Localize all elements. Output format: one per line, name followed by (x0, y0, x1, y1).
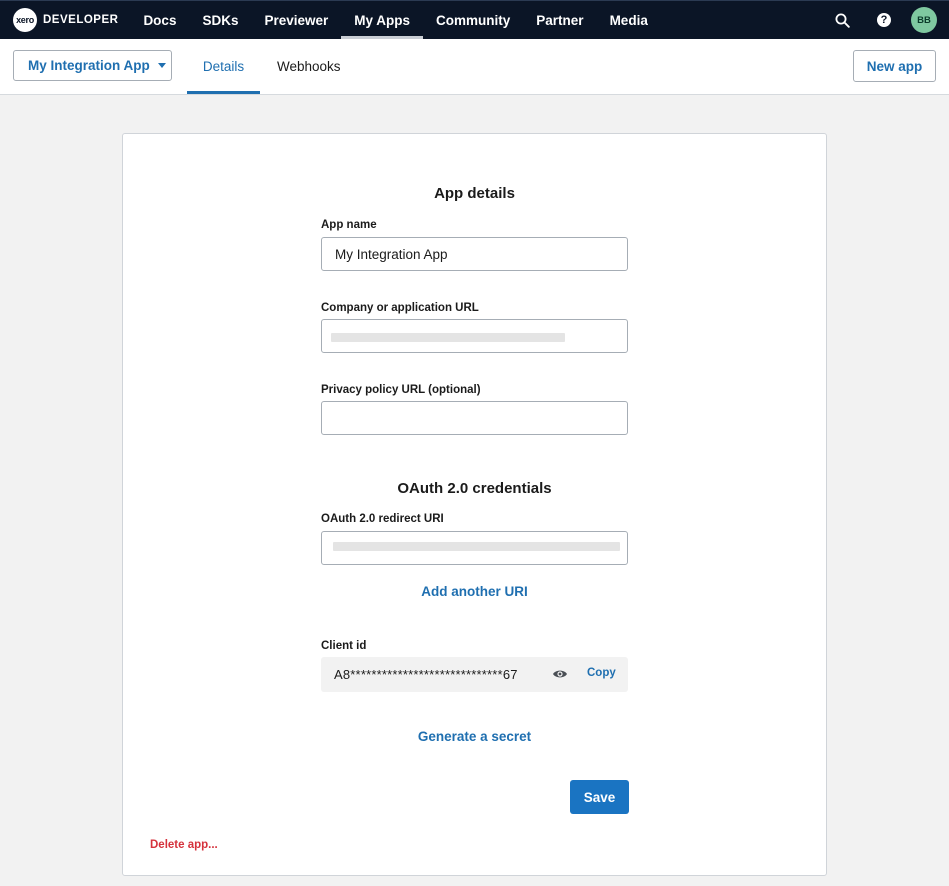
add-another-uri-link[interactable]: Add another URI (123, 584, 826, 599)
client-id-field: A8*****************************67 Copy (321, 657, 628, 692)
privacy-url-input[interactable] (321, 401, 628, 435)
nav-link-community[interactable]: Community (423, 1, 523, 39)
tab-details[interactable]: Details (187, 39, 260, 94)
redacted-value (331, 333, 565, 342)
client-id-label: Client id (321, 640, 367, 652)
nav-right: ? BB (809, 7, 937, 33)
app-details-card: App details App name Company or applicat… (122, 133, 827, 876)
app-details-heading: App details (434, 185, 515, 202)
xero-developer-logo[interactable]: xero DEVELOPER (13, 8, 118, 32)
help-icon[interactable]: ? (875, 11, 893, 29)
nav-link-my-apps[interactable]: My Apps (341, 1, 423, 39)
oauth-credentials-heading: OAuth 2.0 credentials (397, 480, 552, 497)
app-name-input[interactable] (321, 237, 628, 271)
company-url-input[interactable] (321, 319, 628, 353)
app-selector-dropdown[interactable]: My Integration App (13, 50, 172, 81)
app-subheader: My Integration App Details Webhooks New … (0, 39, 949, 95)
redirect-uri-label: OAuth 2.0 redirect URI (321, 513, 444, 525)
nav-link-partner[interactable]: Partner (523, 1, 596, 39)
nav-link-sdks[interactable]: SDKs (189, 1, 251, 39)
privacy-url-label: Privacy policy URL (optional) (321, 384, 481, 396)
redacted-value (333, 542, 620, 551)
nav-links: Docs SDKs Previewer My Apps Community Pa… (130, 1, 660, 39)
app-selector-label: My Integration App (28, 58, 150, 73)
generate-secret-link[interactable]: Generate a secret (123, 729, 826, 744)
xero-logo-icon: xero (13, 8, 37, 32)
company-url-label: Company or application URL (321, 302, 479, 314)
new-app-button[interactable]: New app (853, 50, 936, 82)
redirect-uri-input[interactable] (321, 531, 628, 565)
save-button[interactable]: Save (570, 780, 629, 814)
eye-icon[interactable] (552, 667, 568, 685)
app-name-label: App name (321, 219, 377, 231)
client-id-value: A8*****************************67 (334, 667, 518, 682)
user-avatar[interactable]: BB (911, 7, 937, 33)
delete-app-link[interactable]: Delete app... (150, 839, 218, 851)
caret-down-icon (157, 63, 166, 68)
nav-link-previewer[interactable]: Previewer (251, 1, 341, 39)
top-nav: xero DEVELOPER Docs SDKs Previewer My Ap… (0, 0, 949, 39)
copy-button[interactable]: Copy (587, 667, 616, 679)
nav-link-media[interactable]: Media (597, 1, 661, 39)
tab-webhooks[interactable]: Webhooks (277, 39, 341, 94)
nav-link-docs[interactable]: Docs (130, 1, 189, 39)
search-icon[interactable] (833, 11, 851, 29)
logo-text: DEVELOPER (43, 14, 119, 26)
